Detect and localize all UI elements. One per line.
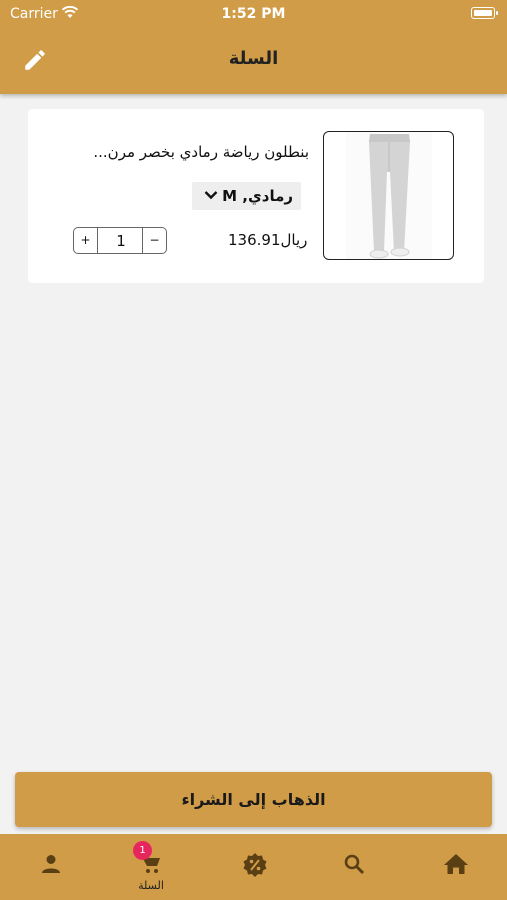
page-title: السلة — [228, 48, 279, 69]
discount-icon — [243, 853, 267, 877]
tab-cart-label: السلة — [138, 879, 164, 892]
decrease-quantity-button[interactable]: − — [142, 228, 166, 253]
tab-bar: السلة — [0, 834, 507, 900]
product-image[interactable] — [323, 131, 454, 260]
increase-quantity-button[interactable]: + — [74, 228, 98, 253]
battery-icon — [471, 7, 498, 19]
user-icon — [42, 855, 60, 873]
status-bar: Carrier 1:52 PM — [0, 0, 507, 28]
product-image-art — [346, 132, 432, 259]
quantity-value[interactable]: 1 — [98, 228, 144, 253]
checkout-button[interactable]: الذهاب إلى الشراء — [15, 772, 492, 827]
tab-search[interactable] — [324, 834, 384, 900]
tab-home[interactable] — [425, 834, 485, 900]
cart-badge: 1 — [133, 841, 152, 860]
search-icon — [344, 854, 365, 875]
tab-offers[interactable] — [224, 834, 284, 900]
cart-item-card: بنطلون رياضة رمادي بخصر مرن... رمادي, M … — [28, 109, 484, 283]
chevron-down-icon — [204, 191, 218, 200]
product-name[interactable]: بنطلون رياضة رمادي بخصر مرن... — [49, 143, 309, 161]
variant-value: رمادي, M — [222, 187, 293, 205]
tab-cart[interactable]: السلة — [121, 834, 181, 900]
item-price: 136.91ريال — [228, 231, 308, 249]
home-icon — [444, 854, 468, 874]
variant-select[interactable]: رمادي, M — [192, 182, 301, 210]
tab-profile[interactable] — [21, 834, 81, 900]
quantity-stepper: + 1 − — [73, 227, 167, 254]
app-header: Carrier 1:52 PM السلة — [0, 0, 507, 94]
status-time: 1:52 PM — [221, 6, 286, 22]
